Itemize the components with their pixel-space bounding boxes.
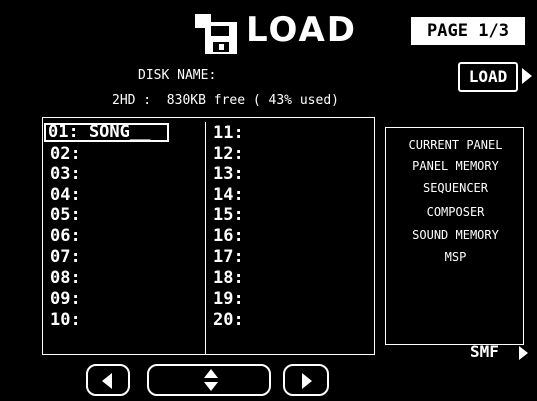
disk-info: 2HD : 830KB free ( 43% used): [112, 93, 339, 108]
load-arrow-icon: [522, 68, 532, 84]
file-slot-05[interactable]: 05:: [50, 206, 81, 225]
category-panel-memory[interactable]: PANEL MEMORY: [386, 156, 525, 176]
file-slot-09[interactable]: 09:: [50, 290, 81, 309]
file-slot-19[interactable]: 19:: [213, 290, 244, 309]
file-slot-15[interactable]: 15:: [213, 206, 244, 225]
file-slot-06[interactable]: 06:: [50, 227, 81, 246]
disk-name-label: DISK NAME:: [138, 68, 217, 83]
load-button[interactable]: LOAD: [458, 62, 518, 92]
file-slot-12[interactable]: 12:: [213, 145, 244, 164]
floppy-disk-icon: [195, 14, 237, 54]
file-slot-14[interactable]: 14:: [213, 186, 244, 205]
scroll-button[interactable]: [147, 364, 271, 396]
file-slot-11[interactable]: 11:: [213, 124, 244, 143]
file-list: [42, 117, 375, 355]
file-slot-03[interactable]: 03:: [50, 165, 81, 184]
category-current-panel[interactable]: CURRENT PANEL: [386, 135, 525, 155]
category-sound-memory[interactable]: SOUND MEMORY: [386, 225, 525, 245]
file-slot-16[interactable]: 16:: [213, 227, 244, 246]
file-slot-13[interactable]: 13:: [213, 165, 244, 184]
arrow-right-icon: [302, 373, 312, 389]
prev-button[interactable]: [86, 364, 130, 396]
arrow-down-icon: [204, 382, 218, 391]
file-slot-20[interactable]: 20:: [213, 311, 244, 330]
page-indicator[interactable]: PAGE 1/3: [411, 17, 525, 45]
file-slot-17[interactable]: 17:: [213, 248, 244, 267]
column-divider: [205, 122, 206, 355]
file-slot-18[interactable]: 18:: [213, 269, 244, 288]
file-slot-08[interactable]: 08:: [50, 269, 81, 288]
screen-title: LOAD: [246, 10, 357, 50]
smf-button[interactable]: SMF: [470, 342, 499, 361]
next-button[interactable]: [283, 364, 329, 396]
arrow-left-icon: [102, 373, 112, 389]
file-slot-10[interactable]: 10:: [50, 311, 81, 330]
smf-arrow-icon: [519, 346, 528, 360]
category-sequencer[interactable]: SEQUENCER: [386, 178, 525, 198]
arrow-up-icon: [204, 369, 218, 378]
file-slot-07[interactable]: 07:: [50, 248, 81, 267]
file-slot-02[interactable]: 02:: [50, 145, 81, 164]
file-slot-01[interactable]: 01: SONG__: [44, 123, 169, 142]
category-msp[interactable]: MSP: [386, 247, 525, 267]
file-slot-04[interactable]: 04:: [50, 186, 81, 205]
category-panel: CURRENT PANEL PANEL MEMORY SEQUENCER COM…: [385, 127, 524, 345]
category-composer[interactable]: COMPOSER: [386, 202, 525, 222]
